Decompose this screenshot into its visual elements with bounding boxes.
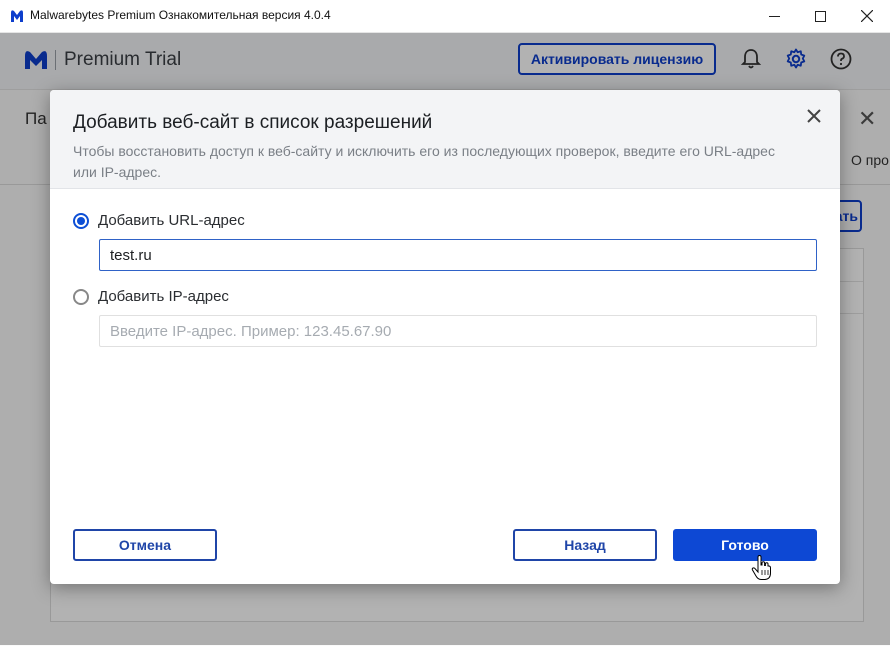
cancel-button[interactable]: Отмена [73,529,217,561]
dialog-header: Добавить веб-сайт в список разрешений Чт… [50,90,840,189]
cursor-hand-icon [751,555,771,580]
minimize-icon [768,15,780,17]
ip-input[interactable] [99,315,817,347]
url-option-label: Добавить URL-адрес [98,212,245,229]
dialog-subtitle: Чтобы восстановить доступ к веб-сайту и … [73,143,775,180]
close-icon [861,10,873,22]
url-option[interactable]: Добавить URL-адрес [73,212,245,229]
malwarebytes-logo-icon [11,10,23,22]
maximize-button[interactable] [797,0,843,32]
url-input[interactable] [99,239,817,271]
ip-option[interactable]: Добавить IP-адрес [73,288,229,305]
close-icon[interactable] [802,104,826,128]
url-radio[interactable] [73,212,89,229]
done-button[interactable]: Готово [673,529,817,561]
back-button[interactable]: Назад [513,529,657,561]
dialog-title: Добавить веб-сайт в список разрешений [73,112,433,133]
ip-radio[interactable] [73,288,89,305]
ip-option-label: Добавить IP-адрес [98,288,229,305]
window-title: Malwarebytes Premium Ознакомительная вер… [30,8,331,22]
window-close-button[interactable] [844,0,890,32]
minimize-button[interactable] [751,0,797,32]
allowlist-dialog: Добавить веб-сайт в список разрешений Чт… [50,90,840,584]
maximize-icon [814,10,826,22]
window-titlebar: Malwarebytes Premium Ознакомительная вер… [0,0,890,33]
